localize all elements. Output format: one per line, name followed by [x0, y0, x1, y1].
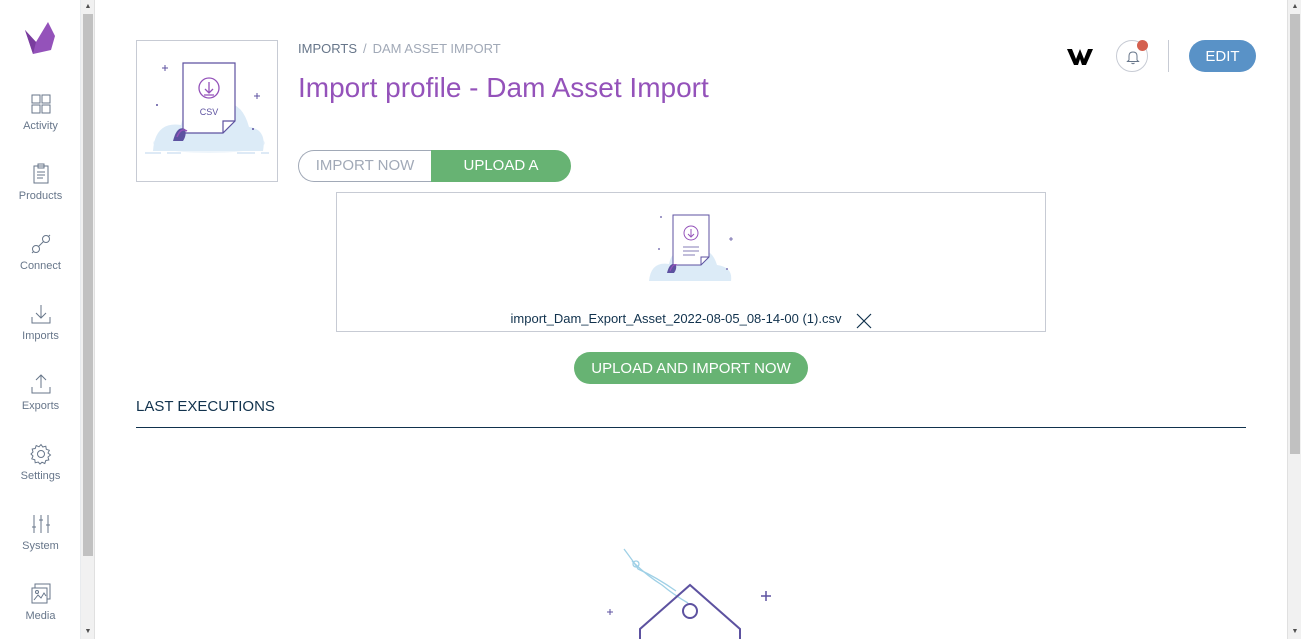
notifications-button[interactable] — [1116, 40, 1148, 72]
wizard-logo-icon[interactable] — [1066, 45, 1094, 67]
nav-label-products: Products — [18, 190, 63, 202]
toolbar-separator — [1168, 40, 1169, 72]
nav-item-activity[interactable]: Activity — [0, 93, 81, 153]
scrollbar-thumb[interactable] — [1290, 14, 1300, 454]
products-icon — [33, 163, 48, 184]
nav-item-connect[interactable]: Connect — [0, 233, 81, 293]
scroll-up-arrow[interactable]: ▲ — [81, 0, 95, 14]
nav-item-exports[interactable]: Exports — [0, 373, 81, 433]
breadcrumb-current: DAM ASSET IMPORT — [372, 41, 501, 56]
nav-item-media[interactable]: Media — [0, 583, 81, 639]
activity-icon — [31, 94, 50, 114]
file-dropzone[interactable]: import_Dam_Export_Asset_2022-08-05_08-14… — [336, 192, 1046, 332]
file-upload-illustration — [649, 214, 733, 281]
remove-file-icon[interactable] — [855, 312, 873, 330]
nav-label-imports: Imports — [22, 330, 59, 342]
main-navigation: Activity Products Connect Imports Export… — [0, 0, 81, 639]
breadcrumb-separator: / — [363, 41, 367, 56]
upload-and-import-button[interactable]: UPLOAD AND IMPORT NOW — [574, 352, 808, 384]
nav-label-settings: Settings — [20, 470, 61, 482]
nav-label-media: Media — [25, 610, 56, 622]
nav-label-exports: Exports — [21, 400, 60, 412]
edit-button[interactable]: EDIT — [1189, 40, 1256, 72]
breadcrumb: IMPORTS / DAM ASSET IMPORT — [298, 41, 501, 56]
import-mode-switcher: IMPORT NOW UPLOAD A FILE — [298, 150, 571, 204]
breadcrumb-imports-link[interactable]: IMPORTS — [298, 41, 357, 56]
last-executions-title: LAST EXECUTIONS — [136, 398, 1246, 428]
media-icon — [31, 583, 50, 604]
exports-icon — [31, 374, 50, 394]
nav-label-connect: Connect — [20, 260, 61, 272]
nav-label-system: System — [22, 540, 59, 552]
page-title: Import profile - Dam Asset Import — [298, 72, 709, 103]
nav-item-imports[interactable]: Imports — [0, 303, 81, 363]
akeneo-logo[interactable] — [22, 20, 58, 56]
settings-icon — [29, 443, 51, 465]
imports-icon — [31, 305, 50, 324]
connect-icon — [31, 234, 50, 254]
scrollbar-thumb[interactable] — [83, 14, 93, 556]
uploaded-file-name: import_Dam_Export_Asset_2022-08-05_08-14… — [510, 311, 842, 326]
navigation-scrollbar[interactable]: ▲ ▼ — [81, 0, 95, 639]
page-scrollbar[interactable]: ▲ ▼ — [1287, 0, 1301, 639]
scroll-down-arrow[interactable]: ▼ — [1288, 625, 1301, 639]
csv-file-illustration: CSV — [145, 62, 269, 154]
csv-label: CSV — [200, 107, 219, 117]
upload-a-file-tab[interactable]: UPLOAD A FILE — [431, 150, 571, 204]
nav-label-activity: Activity — [23, 120, 58, 132]
system-icon — [31, 515, 50, 533]
import-profile-illustration: CSV — [136, 40, 278, 182]
nav-item-products[interactable]: Products — [0, 163, 81, 223]
nav-item-settings[interactable]: Settings — [0, 443, 81, 503]
scroll-down-arrow[interactable]: ▼ — [81, 625, 95, 639]
import-now-tab[interactable]: IMPORT NOW — [298, 150, 431, 182]
notification-badge — [1137, 40, 1148, 51]
empty-executions-illustration — [607, 548, 771, 639]
nav-item-system[interactable]: System — [0, 513, 81, 573]
scroll-up-arrow[interactable]: ▲ — [1288, 0, 1301, 14]
bell-icon — [1126, 51, 1140, 65]
